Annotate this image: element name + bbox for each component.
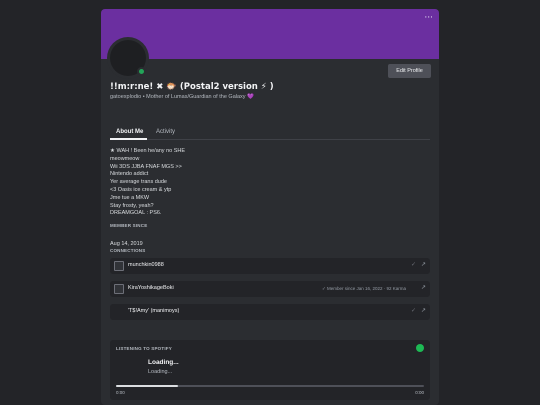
username-pronouns: gatoexplodio • Mother of Lumas/Guardian … [110, 94, 254, 100]
spotify-icon [416, 344, 424, 352]
track-progress-bar [116, 385, 424, 387]
tab-about-me[interactable]: About Me [116, 129, 143, 135]
member-since-label: MEMBER SINCE [110, 223, 148, 228]
tab-activity[interactable]: Activity [156, 129, 175, 135]
bio-line: <3 Oasis ice cream & ytp [110, 186, 172, 193]
bio-line: meowmeow [110, 155, 140, 162]
connection-platform-icon [114, 284, 124, 294]
active-tab-indicator [110, 138, 147, 140]
external-link-icon[interactable]: ↗ [421, 284, 426, 291]
connection-name: KiraYoshikageBoki [128, 285, 174, 291]
track-progress-fill [116, 385, 178, 387]
profile-tabs: About Me Activity [110, 119, 430, 140]
track-title[interactable]: Loading... [148, 359, 179, 366]
connections-label: CONNECTIONS [110, 248, 146, 253]
profile-card: ··· Edit Profile !!m:r:ne! ✖ 🐡 (Postal2 … [101, 9, 439, 405]
bio-line: Yer average trans dude [110, 179, 167, 186]
verified-check-icon: ✓ [410, 307, 416, 314]
bio-line: Stay frosty, yeah? [110, 202, 154, 209]
external-link-icon[interactable]: ↗ [421, 261, 426, 268]
display-name: !!m:r:ne! ✖ 🐡 (Postal2 version ⚡ ) [110, 82, 274, 92]
connection-item[interactable]: 'T$!Amy' (manimoys) ✓ ↗ [110, 304, 430, 320]
member-since-value: Aug 14, 2019 [110, 241, 143, 247]
bio-line: Nintendo addict [110, 171, 149, 178]
spotify-label: LISTENING TO SPOTIFY [116, 346, 172, 351]
external-link-icon[interactable]: ↗ [421, 307, 426, 314]
track-artist: Loading... [148, 369, 173, 375]
bio-line: ★ WAH ! Been he/any no SHE [110, 148, 186, 154]
bio-line: DREAMGOAL : PS6. [110, 210, 162, 217]
connection-meta: ✓ Member since Jan 16, 2022 · 92 Karma [321, 286, 406, 291]
online-status-icon [137, 67, 146, 76]
connection-name: 'T$!Amy' (manimoys) [128, 308, 180, 314]
profile-banner: ··· [101, 9, 439, 59]
edit-profile-button[interactable]: Edit Profile [388, 64, 431, 78]
verified-check-icon: ✓ [410, 261, 416, 268]
more-options-icon[interactable]: ··· [424, 13, 433, 23]
connection-platform-icon [114, 261, 124, 271]
connection-name: munchkin0988 [128, 262, 164, 268]
bio-line: Wii 3DS JJBA FNAF MGS >> [110, 163, 182, 170]
connection-item[interactable]: KiraYoshikageBoki ✓ Member since Jan 16,… [110, 281, 430, 297]
about-me-bio: ★ WAH ! Been he/any no SHE meowmeow Wii … [110, 148, 185, 218]
spotify-activity-card: LISTENING TO SPOTIFY Loading... Loading.… [110, 340, 430, 400]
bio-line: Jme tue a MKW [110, 194, 150, 201]
track-elapsed-time: 0:00 [116, 390, 125, 395]
connection-item[interactable]: munchkin0988 ✓ ↗ [110, 258, 430, 274]
track-total-time: 0:00 [415, 390, 424, 395]
